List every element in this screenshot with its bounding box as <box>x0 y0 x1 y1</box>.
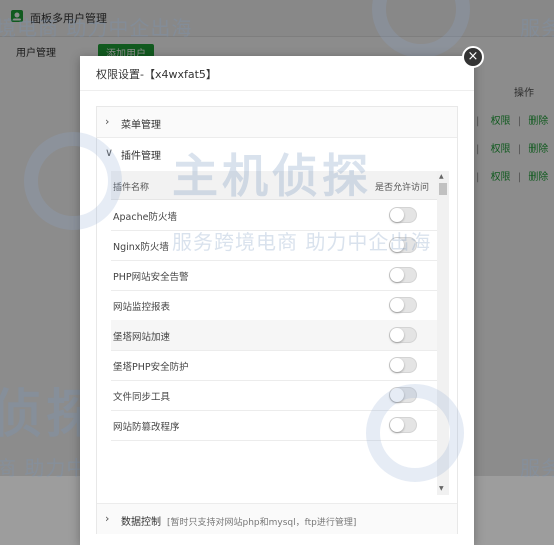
section-menu-management[interactable]: › 菜单管理 <box>97 107 457 138</box>
plugin-name: 堡塔PHP安全防护 <box>113 362 189 373</box>
access-toggle[interactable] <box>389 297 417 313</box>
table-row: 网站监控报表 <box>111 290 437 321</box>
access-toggle[interactable] <box>389 267 417 283</box>
permission-panel: › 菜单管理 ∨ 插件管理 插件名称 是否允许访问 Apache防火墙 Ngin… <box>96 106 458 534</box>
plugin-table: 插件名称 是否允许访问 Apache防火墙 Nginx防火墙 PHP网站安全告警… <box>111 171 449 495</box>
toggle-knob <box>390 268 404 282</box>
toggle-knob <box>390 418 404 432</box>
close-icon[interactable]: × <box>462 46 484 68</box>
table-row: 网站防篡改程序 <box>111 410 437 441</box>
section-label-group: 数据控制 [暂时只支持对网站php和mysql，ftp进行管理] <box>121 513 356 528</box>
chevron-right-icon: › <box>105 115 110 128</box>
column-header-name: 插件名称 <box>113 183 150 193</box>
dialog-header: 权限设置-【x4wxfat5】 <box>80 56 474 91</box>
plugin-name: Apache防火墙 <box>113 212 177 223</box>
table-row: 堡塔网站加速 <box>111 320 437 351</box>
toggle-knob <box>390 358 404 372</box>
plugin-table-scrollbar[interactable]: ▲ ▼ <box>437 171 449 495</box>
plugin-table-header: 插件名称 是否允许访问 <box>111 171 449 200</box>
scroll-up-icon[interactable]: ▲ <box>439 173 444 180</box>
toggle-knob <box>390 328 404 342</box>
plugin-name: 文件同步工具 <box>113 392 171 403</box>
section-label: 数据控制 <box>121 517 161 528</box>
table-row: 堡塔PHP安全防护 <box>111 350 437 381</box>
table-row: Nginx防火墙 <box>111 230 437 261</box>
plugin-name: 堡塔网站加速 <box>113 332 171 343</box>
access-toggle[interactable] <box>389 207 417 223</box>
table-row: PHP网站安全告警 <box>111 260 437 291</box>
section-data-control[interactable]: › 数据控制 [暂时只支持对网站php和mysql，ftp进行管理] <box>97 503 457 534</box>
section-hint: [暂时只支持对网站php和mysql，ftp进行管理] <box>167 518 357 528</box>
toggle-knob <box>390 238 404 252</box>
plugin-name: PHP网站安全告警 <box>113 272 189 283</box>
table-row: Apache防火墙 <box>111 200 437 231</box>
access-toggle[interactable] <box>389 357 417 373</box>
scroll-thumb[interactable] <box>439 183 447 195</box>
chevron-down-icon: ∨ <box>105 146 114 159</box>
scroll-down-icon[interactable]: ▼ <box>439 485 444 492</box>
access-toggle[interactable] <box>389 327 417 343</box>
access-toggle[interactable] <box>389 387 417 403</box>
plugin-name: Nginx防火墙 <box>113 242 169 253</box>
section-plugin-management[interactable]: ∨ 插件管理 <box>97 138 457 168</box>
toggle-knob <box>390 298 404 312</box>
dialog-title: 权限设置-【x4wxfat5】 <box>96 68 217 81</box>
toggle-knob <box>390 208 404 222</box>
toggle-knob <box>390 388 404 402</box>
plugin-name: 网站监控报表 <box>113 302 171 313</box>
section-label: 插件管理 <box>121 151 161 162</box>
section-label: 菜单管理 <box>121 120 161 131</box>
plugin-name: 网站防篡改程序 <box>113 422 180 433</box>
chevron-right-icon: › <box>105 512 110 525</box>
permission-dialog: 权限设置-【x4wxfat5】 × › 菜单管理 ∨ 插件管理 插件名称 是否允… <box>80 46 484 545</box>
access-toggle[interactable] <box>389 237 417 253</box>
access-toggle[interactable] <box>389 417 417 433</box>
column-header-access: 是否允许访问 <box>375 183 430 193</box>
table-row: 文件同步工具 <box>111 380 437 411</box>
